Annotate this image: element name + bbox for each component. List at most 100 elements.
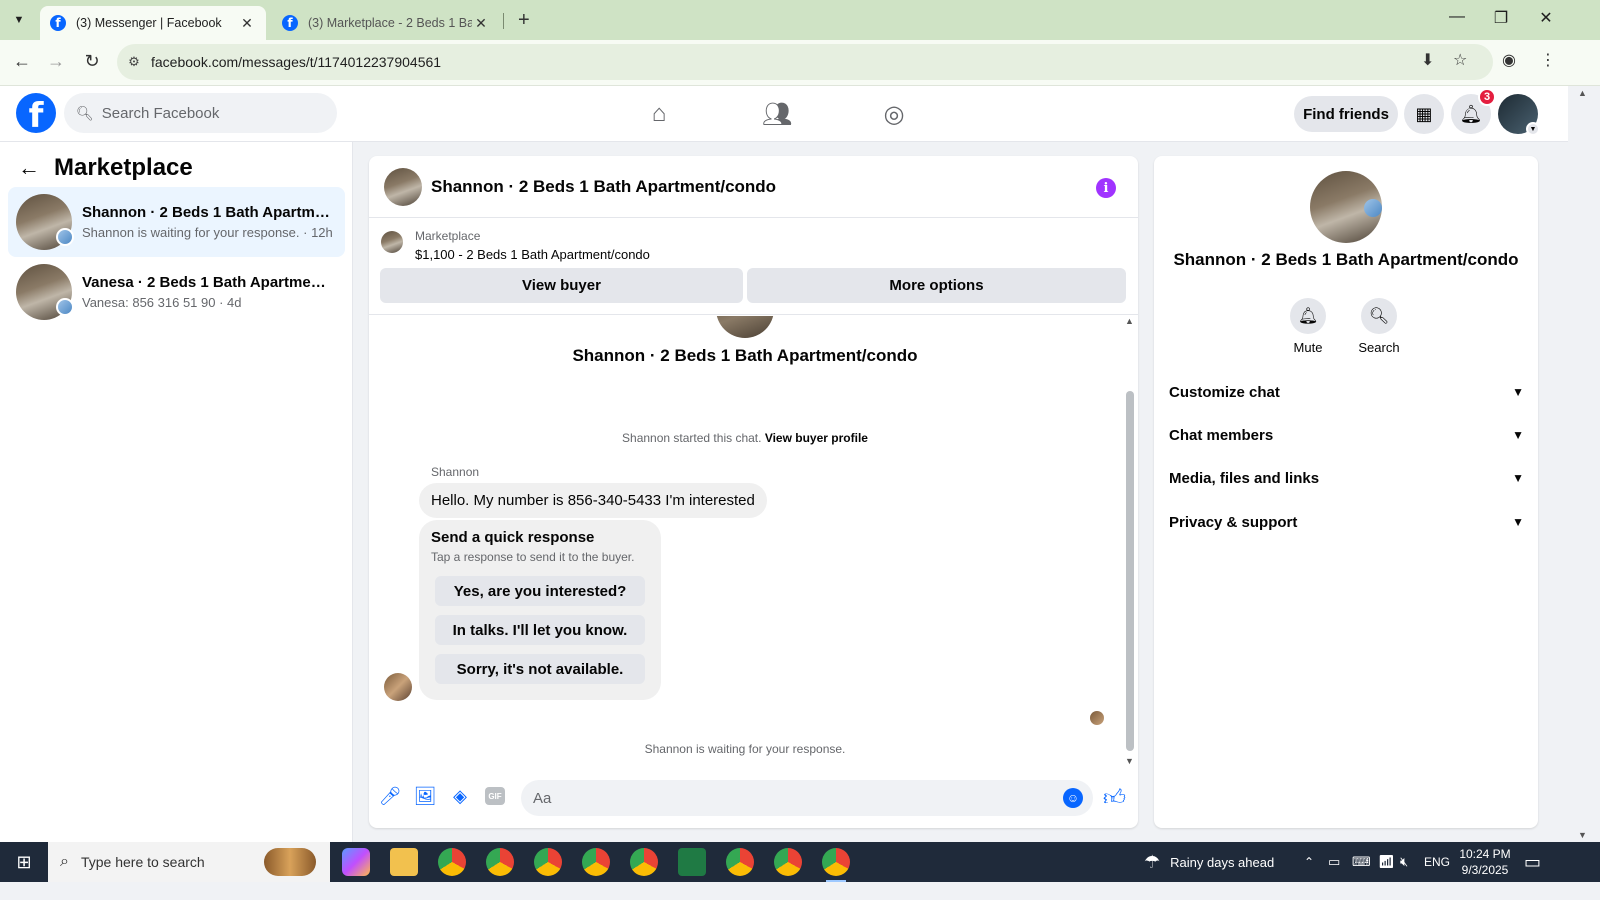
thumbs-up-icon[interactable]: 👍︎ — [1103, 784, 1126, 811]
menu-grid-icon[interactable]: ▦ — [1404, 94, 1444, 134]
message-bubble: Hello. My number is 856-340-5433 I'm int… — [419, 483, 767, 518]
tab-marketplace[interactable]: f (3) Marketplace - 2 Beds 1 Bath ✕ — [272, 6, 500, 40]
bell-icon: 🔔︎ — [1290, 298, 1326, 334]
chrome-icon[interactable] — [630, 848, 658, 876]
show-hidden-icons[interactable]: ⌃ — [1304, 842, 1314, 882]
photo-icon[interactable]: 🖼︎ — [413, 786, 437, 807]
tab-messenger[interactable]: f (3) Messenger | Facebook ✕ — [40, 6, 266, 40]
back-arrow-icon[interactable]: ← — [18, 155, 40, 181]
weather-text: Rainy days ahead — [1170, 854, 1275, 870]
conversation-item-vanesa[interactable]: Vanesa · 2 Beds 1 Bath Apartment/... Van… — [8, 257, 345, 327]
customize-chat-section[interactable]: Customize chat ▼ — [1169, 377, 1524, 407]
scroll-up-icon[interactable]: ▲ — [1578, 88, 1587, 98]
chrome-icon[interactable] — [534, 848, 562, 876]
chat-scrollbar[interactable]: ▲ ▼ — [1124, 316, 1136, 766]
microphone-icon[interactable]: 🎤︎ — [378, 786, 402, 807]
copilot-icon[interactable] — [342, 848, 370, 876]
taskbar-clock[interactable]: 10:24 PM 9/3/2025 — [1450, 846, 1520, 878]
mute-button[interactable]: 🔔︎ Mute — [1278, 298, 1338, 355]
close-tab-icon[interactable]: ✕ — [472, 15, 490, 32]
page-scrollbar[interactable]: ▲ ▼ — [1568, 86, 1600, 842]
sender-name: Shannon — [431, 465, 480, 479]
close-window-icon[interactable]: ✕ — [1531, 8, 1561, 28]
marketplace-sidebar: ← Marketplace Shannon · 2 Beds 1 Bath Ap… — [0, 142, 353, 842]
conversation-details-panel: Shannon · 2 Beds 1 Bath Apartment/condo … — [1154, 156, 1538, 828]
tab-search-dropdown-icon[interactable]: ▼ — [6, 8, 32, 32]
chevron-down-icon: ▼ — [1512, 385, 1524, 399]
meet-icon[interactable]: ▭ — [1328, 842, 1340, 882]
quick-response-yes-button[interactable]: Yes, are you interested? — [435, 576, 645, 606]
chevron-down-icon: ▼ — [1512, 471, 1524, 485]
scrollbar-thumb[interactable] — [1126, 391, 1134, 751]
chrome-icon[interactable] — [582, 848, 610, 876]
chrome-icon[interactable] — [486, 848, 514, 876]
view-buyer-profile-link[interactable]: View buyer profile — [765, 431, 868, 445]
privacy-support-section[interactable]: Privacy & support ▼ — [1169, 507, 1524, 537]
started-text: Shannon started this chat. — [622, 431, 762, 445]
conversation-avatar — [716, 316, 774, 338]
taskbar-search-input[interactable]: ⌕ Type here to search — [48, 842, 330, 882]
gif-icon[interactable]: GIF — [485, 787, 505, 805]
notifications-center-icon[interactable]: ▭ — [1524, 842, 1541, 882]
scroll-down-icon[interactable]: ▼ — [1578, 830, 1587, 840]
volume-muted-icon[interactable]: 🔇︎ — [1400, 842, 1408, 882]
conversation-avatar-large — [1310, 171, 1382, 243]
chat-avatar[interactable] — [384, 167, 422, 206]
info-icon[interactable]: i — [1096, 178, 1116, 198]
sender-avatar[interactable] — [384, 673, 412, 701]
section-label: Privacy & support — [1169, 513, 1298, 531]
chrome-icon[interactable] — [438, 848, 466, 876]
install-app-icon[interactable]: ⬇ — [1421, 50, 1434, 70]
find-friends-button[interactable]: Find friends — [1294, 96, 1398, 132]
restore-icon[interactable]: ❐ — [1486, 8, 1516, 28]
back-icon[interactable]: ← — [10, 51, 34, 72]
facebook-search-input[interactable]: 🔍︎ Search Facebook — [64, 93, 337, 133]
scroll-down-icon[interactable]: ▼ — [1125, 756, 1134, 766]
friends-icon[interactable]: 👥︎ — [757, 100, 797, 129]
close-tab-icon[interactable]: ✕ — [238, 15, 256, 32]
more-options-button[interactable]: More options — [747, 268, 1126, 303]
profile-icon[interactable]: ◉ — [1502, 50, 1516, 70]
media-files-links-section[interactable]: Media, files and links ▼ — [1169, 463, 1524, 493]
conversation-name: Shannon · 2 Beds 1 Bath Apartmen... — [82, 204, 332, 221]
groups-icon[interactable]: ◎ — [874, 100, 914, 129]
search-button[interactable]: 🔍︎ Search — [1349, 298, 1409, 355]
message-input[interactable]: Aa ☺ — [521, 780, 1093, 816]
view-buyer-button[interactable]: View buyer — [380, 268, 743, 303]
scroll-up-icon[interactable]: ▲ — [1125, 316, 1134, 326]
conversation-title: Shannon · 2 Beds 1 Bath Apartment/condo — [572, 346, 918, 365]
conversation-item-shannon[interactable]: Shannon · 2 Beds 1 Bath Apartmen... Shan… — [8, 187, 345, 257]
weather-widget[interactable]: ☂ Rainy days ahead — [1144, 842, 1274, 882]
chrome-icon[interactable] — [822, 848, 850, 882]
chat-title[interactable]: Shannon · 2 Beds 1 Bath Apartment/condo — [431, 177, 776, 197]
windows-start-icon[interactable]: ⊞ — [0, 842, 48, 882]
chrome-icon[interactable] — [726, 848, 754, 876]
chat-members-section[interactable]: Chat members ▼ — [1169, 420, 1524, 450]
menu-kebab-icon[interactable]: ⋮ — [1540, 50, 1556, 70]
minimize-icon[interactable]: — — [1442, 8, 1472, 26]
language-bar-icon[interactable]: ⌨ — [1352, 842, 1371, 882]
facebook-favicon-icon: f — [50, 15, 66, 31]
network-icon[interactable]: 📶︎ — [1378, 842, 1395, 882]
quick-response-in-talks-button[interactable]: In talks. I'll let you know. — [435, 615, 645, 645]
chrome-icon[interactable] — [774, 848, 802, 876]
emoji-icon[interactable]: ☺ — [1063, 788, 1083, 808]
account-avatar[interactable]: ▼ — [1498, 94, 1540, 136]
home-icon[interactable]: ⌂ — [639, 100, 679, 128]
bookmark-star-icon[interactable]: ☆ — [1453, 50, 1467, 70]
reload-icon[interactable]: ↻ — [80, 51, 104, 72]
quick-response-not-available-button[interactable]: Sorry, it's not available. — [435, 654, 645, 684]
sticker-icon[interactable]: ◈ — [448, 786, 472, 807]
site-settings-icon[interactable]: ⚙ — [117, 54, 151, 70]
facebook-logo-icon[interactable]: f — [16, 93, 56, 133]
forward-icon[interactable]: → — [44, 51, 68, 72]
chat-panel: Shannon · 2 Beds 1 Bath Apartment/condo … — [369, 156, 1138, 828]
new-tab-icon[interactable]: + — [518, 9, 530, 32]
address-bar[interactable]: ⚙ facebook.com/messages/t/11740122379045… — [117, 44, 1493, 80]
excel-icon[interactable] — [678, 848, 706, 876]
language-indicator[interactable]: ENG — [1424, 842, 1450, 882]
file-explorer-icon[interactable] — [390, 848, 418, 876]
listing-title[interactable]: $1,100 - 2 Beds 1 Bath Apartment/condo — [415, 247, 650, 262]
section-label: Chat members — [1169, 426, 1274, 444]
marketplace-listing-bar: Marketplace $1,100 - 2 Beds 1 Bath Apart… — [369, 219, 1138, 315]
